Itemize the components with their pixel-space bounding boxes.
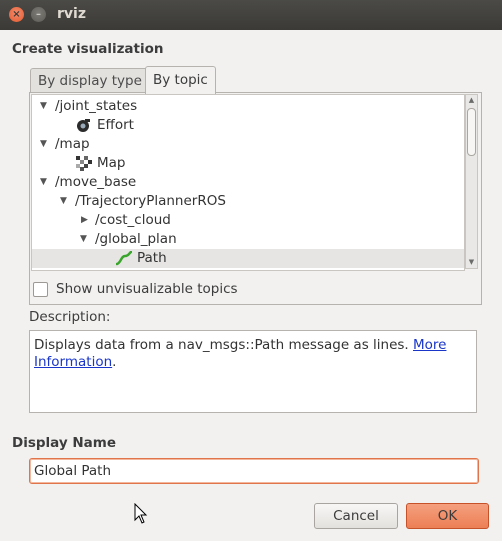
display-name-input[interactable] xyxy=(29,458,479,484)
description-label: Description: xyxy=(29,309,111,325)
tree-item-map[interactable]: Map xyxy=(32,154,464,173)
tree-scrollbar[interactable]: ▲ ▼ xyxy=(465,94,478,269)
window-close-button[interactable]: × xyxy=(9,7,24,22)
tree-item-trajectory-planner[interactable]: ▼ /TrajectoryPlannerROS xyxy=(32,192,464,211)
show-unvisualizable-label[interactable]: Show unvisualizable topics xyxy=(56,280,238,298)
ok-button[interactable]: OK xyxy=(406,503,489,529)
minimize-icon: – xyxy=(36,9,41,20)
scroll-thumb[interactable] xyxy=(467,108,476,156)
window-minimize-button[interactable]: – xyxy=(31,7,46,22)
window-titlebar: × – rviz xyxy=(0,0,502,30)
tree-item-joint-states[interactable]: ▼ /joint_states xyxy=(32,97,464,116)
expanded-arrow-icon[interactable]: ▼ xyxy=(40,97,47,116)
expanded-arrow-icon[interactable]: ▼ xyxy=(80,230,87,249)
scroll-up-icon[interactable]: ▲ xyxy=(466,95,477,106)
map-icon xyxy=(76,156,92,171)
description-trailing: . xyxy=(112,354,117,370)
tree-item-map-topic[interactable]: ▼ /map xyxy=(32,135,464,154)
tree-item-cost-cloud[interactable]: ▶ /cost_cloud xyxy=(32,211,464,230)
tree-item-path[interactable]: Path xyxy=(32,249,464,268)
scroll-down-icon[interactable]: ▼ xyxy=(466,257,477,268)
tree-item-move-base[interactable]: ▼ /move_base xyxy=(32,173,464,192)
path-icon xyxy=(115,250,133,266)
description-box: Displays data from a nav_msgs::Path mess… xyxy=(29,330,477,413)
window-title: rviz xyxy=(57,6,86,22)
tree-item-effort[interactable]: Effort xyxy=(32,116,464,135)
mouse-cursor-icon xyxy=(134,503,148,524)
expanded-arrow-icon[interactable]: ▼ xyxy=(60,192,67,211)
tab-by-topic[interactable]: By topic xyxy=(145,66,216,94)
tree-item-global-plan[interactable]: ▼ /global_plan xyxy=(32,230,464,249)
description-text: Displays data from a nav_msgs::Path mess… xyxy=(34,337,413,353)
show-unvisualizable-checkbox[interactable] xyxy=(33,282,48,297)
display-name-heading: Display Name xyxy=(12,435,116,451)
close-icon: × xyxy=(12,9,21,20)
create-visualization-heading: Create visualization xyxy=(12,41,164,57)
expanded-arrow-icon[interactable]: ▼ xyxy=(40,135,47,154)
expanded-arrow-icon[interactable]: ▼ xyxy=(40,173,47,192)
cancel-button[interactable]: Cancel xyxy=(314,503,398,529)
collapsed-arrow-icon[interactable]: ▶ xyxy=(81,211,88,230)
tab-by-display-type[interactable]: By display type xyxy=(30,68,150,93)
effort-icon xyxy=(75,118,91,133)
topic-tree[interactable]: ▼ /joint_states Effort ▼ /map Map ▼ /mov… xyxy=(31,94,465,271)
